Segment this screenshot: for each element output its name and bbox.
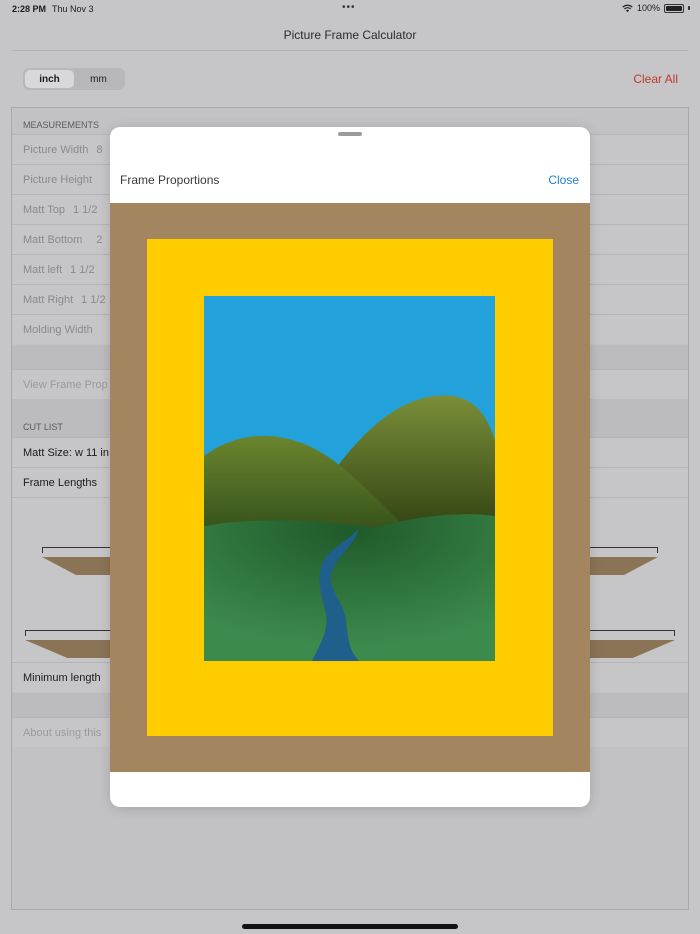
battery-percent: 100% xyxy=(636,3,660,13)
battery-icon xyxy=(664,3,684,13)
wifi-icon xyxy=(622,4,633,12)
nav-divider xyxy=(12,50,688,51)
sheet-title: Frame Proportions xyxy=(120,173,220,187)
frame-length-bracket-bottom-left xyxy=(25,630,112,636)
home-indicator[interactable] xyxy=(242,924,458,929)
measurement-value: 1 1/2 xyxy=(70,264,95,276)
measurement-label: Picture Height xyxy=(23,174,93,186)
frame-proportions-sheet: Frame Proportions Close xyxy=(110,127,590,807)
battery-tip xyxy=(688,6,690,10)
measurement-value: 8 xyxy=(96,144,103,156)
about-label: About using this xyxy=(23,727,102,739)
multitasking-dots-icon[interactable]: ••• xyxy=(342,2,356,13)
status-time: 2:28 PM xyxy=(12,4,47,14)
view-frame-label: View Frame Prop xyxy=(23,379,108,391)
measurement-value: 2 xyxy=(96,234,103,246)
matt-size-text: Matt Size: w 11 in xyxy=(23,447,109,459)
nav-title: Picture Frame Calculator xyxy=(283,28,417,42)
measurement-value: 1 1/2 xyxy=(81,294,106,306)
landscape-image xyxy=(204,296,495,661)
measurement-label: Matt Top xyxy=(23,204,65,216)
clear-all-button[interactable]: Clear All xyxy=(633,72,678,86)
measurement-label: Matt Right xyxy=(23,294,74,306)
framed-picture xyxy=(204,296,495,661)
status-right: 100% xyxy=(622,3,690,13)
measurement-value: 1 1/2 xyxy=(73,204,98,216)
measurements-header: MEASUREMENTS xyxy=(23,120,100,130)
measurement-label: Molding Width xyxy=(23,324,93,336)
cut-list-header: CUT LIST xyxy=(23,422,63,432)
unit-option-inch[interactable]: inch xyxy=(25,70,74,88)
close-button[interactable]: Close xyxy=(548,173,579,187)
frame-length-bracket-top-right xyxy=(588,547,658,553)
measurement-label: Matt Bottom xyxy=(23,234,83,246)
minimum-length-text: Minimum length xyxy=(23,672,101,684)
unit-option-mm[interactable]: mm xyxy=(74,70,123,88)
measurement-label: Picture Width xyxy=(23,144,89,156)
measurement-label: Matt left xyxy=(23,264,63,276)
frame-molding xyxy=(110,203,590,772)
frame-length-bracket-bottom-right xyxy=(588,630,675,636)
status-bar: 2:28 PM Thu Nov 3 ••• 100% xyxy=(0,0,700,20)
hill-front xyxy=(204,514,495,661)
frame-length-bracket-top-left xyxy=(42,547,112,553)
units-segmented-control[interactable]: inch mm xyxy=(23,68,125,90)
sheet-grabber[interactable] xyxy=(338,132,362,136)
frame-matt xyxy=(147,239,553,736)
status-date: Thu Nov 3 xyxy=(52,4,94,14)
frame-lengths-text: Frame Lengths xyxy=(23,477,97,489)
